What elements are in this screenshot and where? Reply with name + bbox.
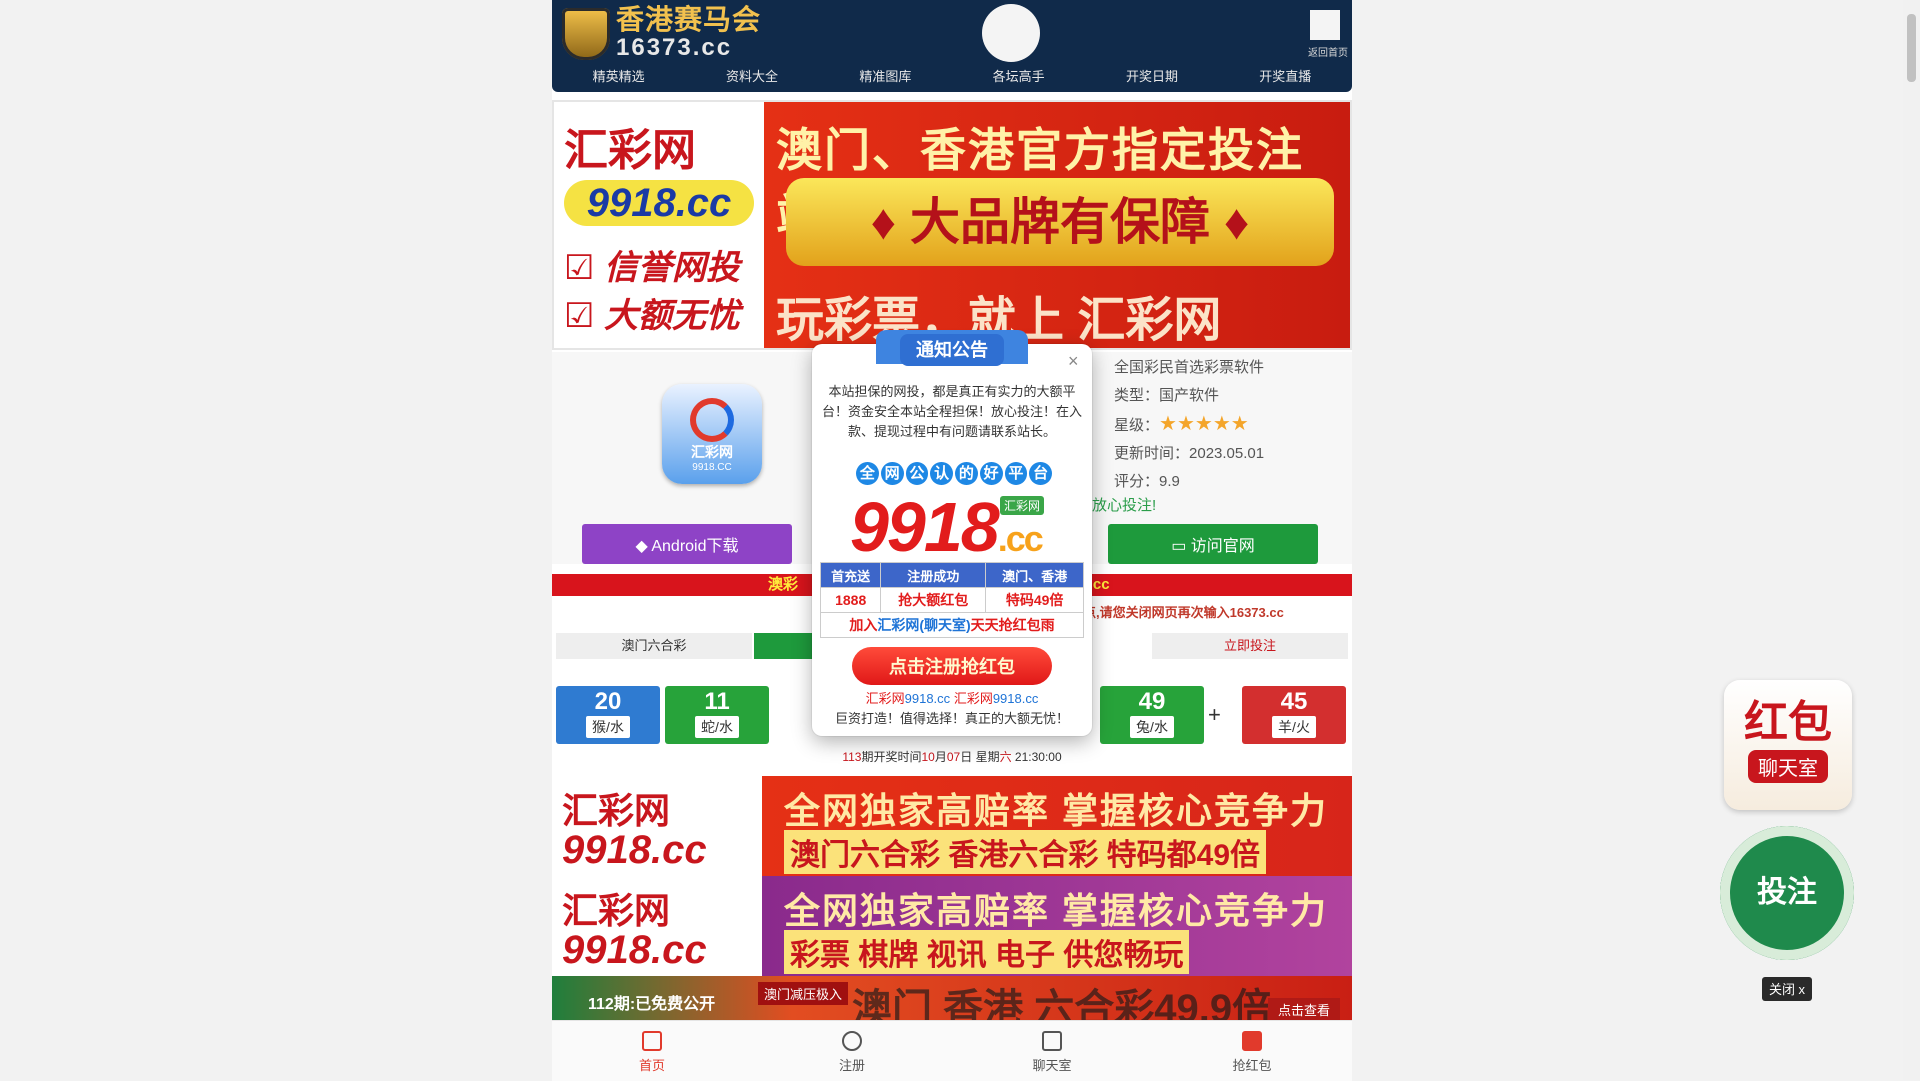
modal-title: 通知公告 (900, 334, 1004, 366)
plus-sign: + (1208, 702, 1221, 727)
scrollbar[interactable] (1903, 0, 1920, 1080)
app-rating: 星级：★★★★★ (1114, 413, 1249, 435)
result-ball: 20 猴/水 (556, 686, 660, 744)
promo-banner-4[interactable]: 112期:已免费公开 澳门减压极入 澳门 香港 六合彩49.9倍 点击查看 (552, 976, 1352, 1020)
home-label[interactable]: 返回首页 (1308, 44, 1348, 59)
horse-shield-icon (562, 8, 610, 60)
modal-footer-text: 巨资打造！值得选择！真正的大额无忧！ (834, 711, 1069, 726)
modal-mini-badge: 汇彩网 (1000, 496, 1045, 515)
modal-message: 本站担保的网投，都是真正有实力的大额平台！资金安全本站全程担保！放心投注！在入款… (821, 384, 1082, 439)
close-icon[interactable]: × (1062, 350, 1082, 371)
table-header: 澳门、香港 (985, 562, 1084, 588)
top-nav: 精英精选 资料大全 精准图库 各坛高手 开奖日期 开奖直播 (552, 66, 1352, 85)
tab-macau[interactable]: 澳门六合彩 (556, 633, 752, 659)
bottom-nav-chat[interactable]: 聊天室 (952, 1021, 1152, 1081)
register-redpack-button[interactable]: 点击注册抢红包 (852, 647, 1052, 685)
tab-bet[interactable]: 立即投注 (1152, 633, 1348, 659)
site-logo[interactable]: 香港赛马会 16373.cc (562, 6, 761, 62)
special-ball: 45 羊/火 (1242, 686, 1346, 744)
user-icon (842, 1031, 862, 1051)
floating-redpack-chat[interactable]: 红包 聊天室 (1724, 680, 1852, 810)
banner-brand: 汇彩网 (564, 126, 696, 175)
banner-pill: ♦ 大品牌有保障 ♦ (786, 178, 1334, 266)
table-row: 1888 抢大额红包 特码49倍 (819, 587, 1084, 613)
logo-url: 16373.cc (616, 34, 733, 61)
site-header: 香港赛马会 16373.cc 返回首页 精英精选 资料大全 精准图库 各坛高手 … (552, 0, 1352, 92)
nav-item[interactable]: 各坛高手 (993, 66, 1045, 85)
bottom-nav-register[interactable]: 注册 (752, 1021, 952, 1081)
close-floats-button[interactable]: 关闭 x (1762, 977, 1812, 1001)
table-header: 注册成功 (880, 562, 987, 588)
app-desc: 全国彩民首选彩票软件 (1114, 359, 1265, 376)
scrollbar-thumb[interactable] (1907, 14, 1916, 82)
app-type: 类型：国产软件 (1114, 387, 1220, 404)
diamond-icon: ♦ (1223, 194, 1250, 250)
home-icon (642, 1031, 662, 1051)
draw-time: 113期开奖时间10月07日 星期六 21:30:00 (842, 750, 1062, 764)
notice-modal: 通知公告 × 本站担保的网投，都是真正有实力的大额平台！资金安全本站全程担保！放… (812, 330, 1092, 736)
table-row: 加入汇彩网(聊天室)天天抢红包雨 (820, 612, 1084, 638)
banner-url: 9918.cc (564, 180, 754, 226)
modal-links: 汇彩网9918.cc 汇彩网9918.cc (865, 691, 1039, 706)
android-icon: ◆ (635, 538, 648, 555)
bottom-nav-redpack[interactable]: 抢红包 (1152, 1021, 1352, 1081)
app-score: 评分：9.9 (1114, 473, 1180, 490)
android-download-button[interactable]: ◆ Android下载 (582, 524, 792, 564)
bottom-nav: 首页 注册 聊天室 抢红包 (552, 1020, 1352, 1081)
floating-bet-badge[interactable]: 投注 (1720, 826, 1854, 960)
nav-item[interactable]: 开奖日期 (1126, 66, 1178, 85)
nav-item[interactable]: 开奖直播 (1259, 66, 1311, 85)
promo-banner-3[interactable]: 汇彩网 9918.cc 全网独家高赔率 掌握核心竞争力 彩票 棋牌 视讯 电子 … (552, 876, 1352, 976)
chat-icon (1042, 1031, 1062, 1051)
redpack-icon (1242, 1031, 1262, 1051)
nav-item[interactable]: 资料大全 (726, 66, 778, 85)
star-icon: ★ (1230, 413, 1249, 435)
assure-text: 放心投注! (1092, 497, 1157, 514)
promo-banner-1[interactable]: 汇彩网 9918.cc ☑ 信誉网投 ☑ 大额无忧 澳门、香港官方指定投注站 ♦… (552, 100, 1352, 350)
promo-banner-2[interactable]: 汇彩网 9918.cc 全网独家高赔率 掌握核心竞争力 澳门六合彩 香港六合彩 … (552, 776, 1352, 876)
view-button[interactable]: 点击查看 (1267, 998, 1340, 1020)
app-info: 全国彩民首选彩票软件 类型：国产软件 星级：★★★★★ 更新时间：2023.05… (1114, 354, 1264, 496)
visit-site-button[interactable]: ▭ 访问官网 (1108, 524, 1318, 564)
star-icon: ★ (1212, 413, 1231, 435)
result-ball: 49 兔/水 (1100, 686, 1204, 744)
promo-table: 首充送 注册成功 澳门、香港 1888 抢大额红包 特码49倍 加入汇彩网(聊天… (819, 562, 1084, 638)
table-header: 首充送 (819, 562, 882, 588)
logo-swirl-icon (690, 398, 734, 442)
banner-feature: ☑ 信誉网投 (564, 249, 740, 287)
star-icon: ★ (1159, 413, 1177, 435)
app-icon: 汇彩网 9918.CC (662, 384, 762, 484)
modal-slogan: 全网公认的好平台 (856, 462, 1052, 486)
result-ball: 11 蛇/水 (665, 686, 769, 744)
bottom-nav-home[interactable]: 首页 (552, 1021, 752, 1081)
app-updated: 更新时间：2023.05.01 (1114, 445, 1265, 462)
logo-title: 香港赛马会 (616, 4, 762, 35)
star-icon: ★ (1194, 413, 1213, 435)
banner-feature: ☑ 大额无忧 (564, 297, 740, 335)
home-icon[interactable] (1310, 10, 1340, 40)
star-icon: ★ (1176, 413, 1195, 435)
avatar[interactable] (982, 4, 1040, 62)
monitor-icon: ▭ (1171, 538, 1187, 555)
diamond-icon: ♦ (870, 194, 897, 250)
nav-item[interactable]: 精英精选 (593, 66, 645, 85)
nav-item[interactable]: 精准图库 (859, 66, 911, 85)
